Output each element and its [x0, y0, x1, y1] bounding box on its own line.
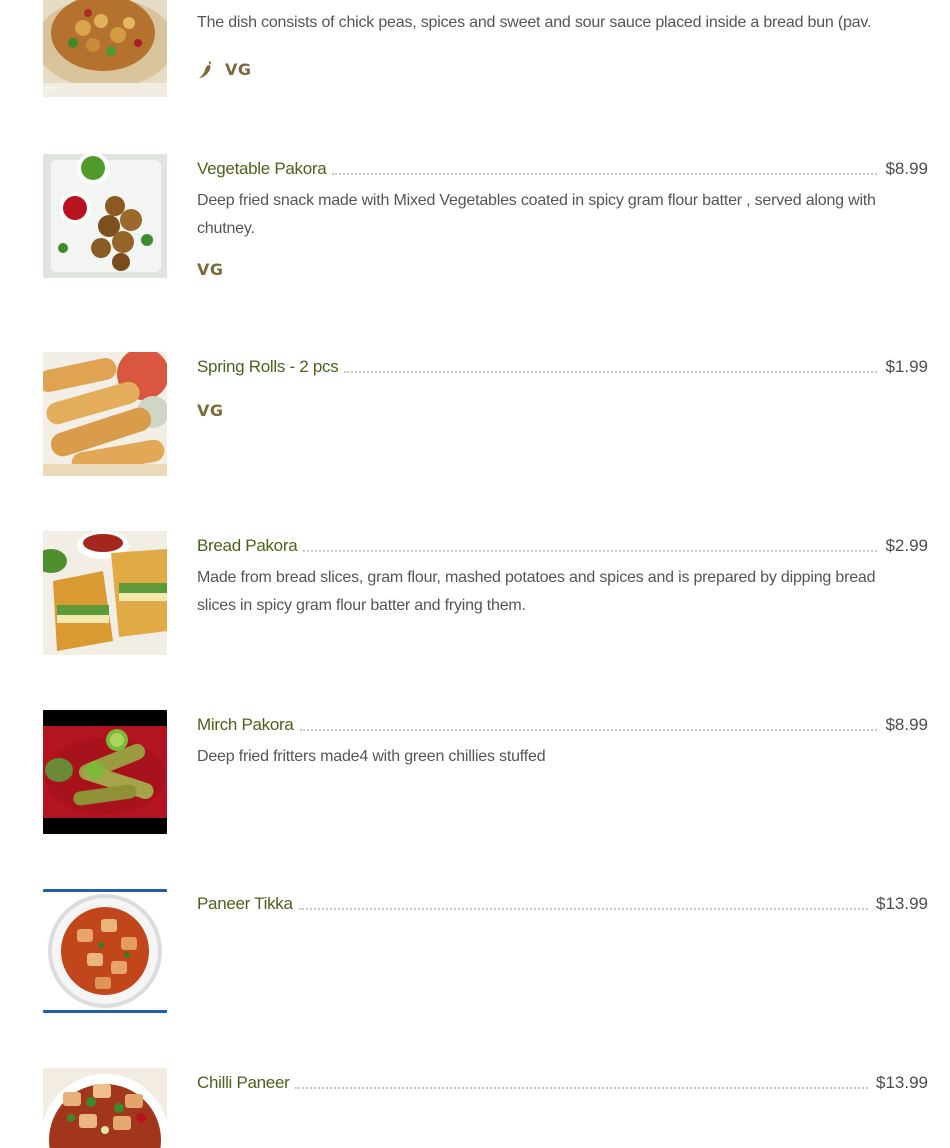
menu-item-price: $2.99: [885, 536, 928, 555]
vegan-badge: VG: [197, 259, 224, 279]
menu-list: che The dish consists of chick peas, spi…: [0, 0, 950, 1148]
menu-item-info: Bread Pakora $2.99 Made from bread slice…: [197, 531, 928, 619]
dish-image-mirch-pakora-graphic: [43, 710, 167, 834]
menu-item-description: The dish consists of chick peas, spices …: [197, 14, 872, 31]
dish-image-paneer-tikka[interactable]: [43, 889, 167, 1013]
menu-item-name[interactable]: Bread Pakora: [197, 535, 298, 557]
menu-item-price: $13.99: [876, 894, 928, 913]
leader-dots: [344, 371, 878, 373]
menu-item-title-row: Mirch Pakora $8.99: [197, 710, 928, 736]
menu-item-info: Spring Rolls - 2 pcs $1.99 VG: [197, 352, 928, 421]
menu-item-title-row: Spring Rolls - 2 pcs $1.99: [197, 352, 928, 378]
menu-item-info: Chilli Paneer $13.99: [197, 1068, 928, 1094]
menu-item-name[interactable]: Chilli Paneer: [197, 1072, 290, 1094]
menu-item-price: $1.99: [885, 357, 928, 376]
leader-dots: [303, 550, 878, 552]
menu-item-title-row: Vegetable Pakora $8.99: [197, 154, 928, 180]
vegan-badge: VG: [197, 400, 224, 420]
dish-image-pav-chole-graphic: che: [43, 0, 167, 97]
menu-item-name[interactable]: Vegetable Pakora: [197, 158, 327, 180]
menu-item-title-row: Paneer Tikka $13.99: [197, 889, 928, 915]
menu-item-tags: VG: [197, 59, 928, 81]
leader-dots: [332, 173, 878, 175]
menu-item-tags: VG: [197, 399, 928, 421]
dish-image-mirch-pakora[interactable]: [43, 710, 167, 834]
dish-image-bread-pakora-graphic: [43, 531, 167, 655]
menu-item-tags: VG: [197, 258, 928, 280]
menu-item-price: $8.99: [885, 159, 928, 178]
dish-image-paneer-tikka-graphic: [43, 889, 167, 1013]
spicy-icon: [197, 60, 215, 80]
menu-item-name[interactable]: Mirch Pakora: [197, 714, 294, 736]
vegan-badge: VG: [225, 60, 252, 79]
dish-image-pav-chole[interactable]: che: [43, 0, 167, 97]
menu-item-title-row: Bread Pakora $2.99: [197, 531, 928, 557]
menu-item-info: Mirch Pakora $8.99 Deep fried fritters m…: [197, 710, 928, 771]
dish-image-vegetable-pakora-graphic: [43, 154, 167, 278]
menu-item-description: Deep fried fritters made4 with green chi…: [197, 748, 546, 765]
menu-item-name[interactable]: Paneer Tikka: [197, 893, 293, 915]
dish-image-chilli-paneer-graphic: [43, 1068, 167, 1148]
menu-item-name[interactable]: Spring Rolls - 2 pcs: [197, 356, 339, 378]
svg-text:che: che: [45, 85, 58, 93]
menu-item-info: Paneer Tikka $13.99: [197, 889, 928, 915]
leader-dots: [299, 729, 878, 731]
menu-item-price: $13.99: [876, 1073, 928, 1092]
menu-item-description: Made from bread slices, gram flour, mash…: [197, 569, 876, 614]
menu-item-info: The dish consists of chick peas, spices …: [197, 0, 928, 81]
dish-image-chilli-paneer[interactable]: [43, 1068, 167, 1148]
menu-item-title-row: Chilli Paneer $13.99: [197, 1068, 928, 1094]
menu-item-info: Vegetable Pakora $8.99 Deep fried snack …: [197, 154, 928, 280]
dish-image-spring-rolls-graphic: [43, 352, 167, 476]
menu-item-description: Deep fried snack made with Mixed Vegetab…: [197, 192, 876, 237]
dish-image-bread-pakora[interactable]: [43, 531, 167, 655]
leader-dots: [298, 908, 868, 910]
menu-item-price: $8.99: [885, 715, 928, 734]
dish-image-spring-rolls[interactable]: [43, 352, 167, 476]
leader-dots: [295, 1087, 868, 1089]
dish-image-vegetable-pakora[interactable]: [43, 154, 167, 278]
